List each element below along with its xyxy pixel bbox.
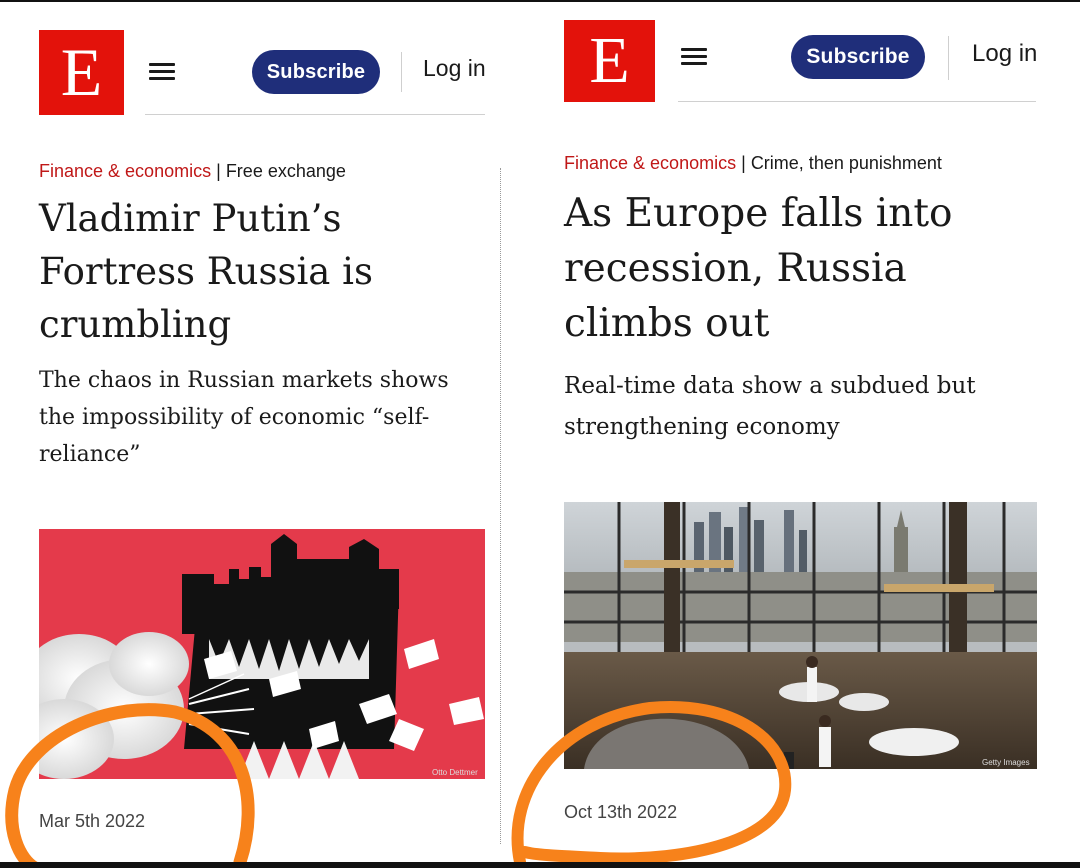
column-divider	[500, 168, 501, 844]
article-headline[interactable]: Vladimir Putin’s Fortress Russia is crum…	[39, 192, 459, 351]
publish-date: Oct 13th 2022	[564, 802, 678, 822]
section-kicker: Finance & economics | Free exchange	[39, 161, 346, 182]
hamburger-menu-icon[interactable]	[681, 48, 707, 66]
flytitle: Crime, then punishment	[750, 153, 942, 173]
article-photo	[564, 502, 1037, 769]
subscribe-label: Subscribe	[266, 60, 366, 83]
subscribe-button[interactable]: Subscribe	[252, 50, 380, 94]
subscribe-button[interactable]: Subscribe	[791, 35, 925, 79]
article-illustration	[39, 529, 485, 779]
login-link[interactable]: Log in	[972, 40, 1037, 68]
header-separator	[401, 52, 402, 92]
image-credit: Getty Images	[982, 758, 1030, 767]
logo-letter: E	[589, 24, 630, 97]
screenshot-bottom-border	[0, 862, 1080, 868]
screenshot-top-border	[0, 0, 1080, 2]
image-credit: Otto Dettmer	[432, 768, 478, 777]
section-link[interactable]: Finance & economics	[39, 161, 211, 181]
kicker-separator: |	[741, 153, 746, 173]
article-dek: Real-time data show a subdued but streng…	[564, 373, 976, 440]
header-rule	[145, 114, 485, 115]
economist-logo[interactable]: E	[564, 20, 655, 102]
section-kicker: Finance & economics | Crime, then punish…	[564, 153, 942, 174]
hamburger-menu-icon[interactable]	[149, 63, 175, 81]
economist-logo[interactable]: E	[39, 30, 124, 115]
header-separator	[948, 36, 949, 80]
section-link[interactable]: Finance & economics	[564, 153, 736, 173]
header-rule	[678, 101, 1036, 102]
logo-letter: E	[60, 34, 103, 110]
flytitle: Free exchange	[225, 161, 346, 181]
kicker-separator: |	[216, 161, 221, 181]
subscribe-label: Subscribe	[806, 45, 910, 68]
article-headline[interactable]: As Europe falls into recession, Russia c…	[564, 186, 984, 351]
login-link[interactable]: Log in	[423, 55, 486, 82]
article-dek: The chaos in Russian markets shows the i…	[39, 368, 449, 467]
publish-date: Mar 5th 2022	[39, 811, 146, 831]
